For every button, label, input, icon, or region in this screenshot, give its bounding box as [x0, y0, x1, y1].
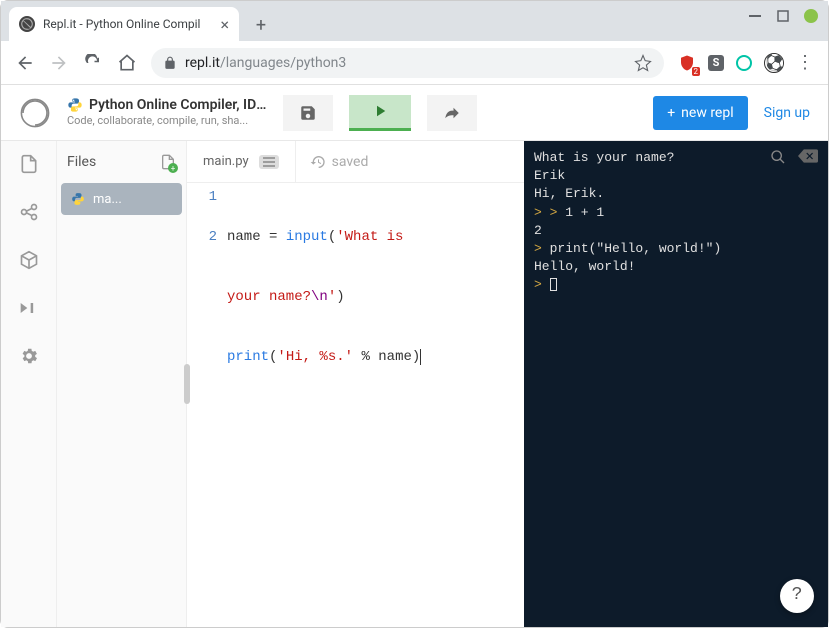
browser-chrome: Repl.it - Python Online Compil × + repl.…: [1, 1, 828, 85]
editor-tab-main[interactable]: main.py: [187, 141, 296, 182]
page-subtitle: Code, collaborate, compile, run, sha...: [67, 114, 267, 128]
url-box[interactable]: repl.it/languages/python3: [151, 48, 664, 78]
lock-icon: [163, 56, 177, 70]
back-icon[interactable]: [15, 53, 35, 73]
page-title: Python Online Compiler, IDE,...: [89, 96, 267, 114]
main-area: Files + ma... main.py saved: [1, 141, 828, 627]
run-button[interactable]: [349, 95, 411, 131]
python-file-icon: [71, 192, 85, 206]
console-panel[interactable]: What is your name?ErikHi, Erik.> > 1 + 1…: [524, 141, 828, 627]
replit-favicon: [19, 16, 35, 32]
saved-label: saved: [332, 154, 369, 170]
new-repl-label: new repl: [681, 105, 733, 121]
console-search-icon[interactable]: [770, 149, 786, 165]
editor-tabs: main.py saved: [187, 141, 524, 183]
browser-tab[interactable]: Repl.it - Python Online Compil ×: [9, 7, 239, 41]
replit-header: Python Online Compiler, IDE,... Code, co…: [1, 85, 828, 141]
history-icon: [310, 154, 326, 170]
window-close-icon[interactable]: [804, 9, 818, 23]
address-bar: repl.it/languages/python3 2 S ⋮: [1, 41, 828, 85]
ublock-icon[interactable]: 2: [678, 54, 696, 72]
console-output: What is your name?ErikHi, Erik.> > 1 + 1…: [534, 149, 818, 276]
files-label: Files: [67, 154, 96, 170]
new-tab-button[interactable]: +: [247, 11, 275, 39]
file-name: ma...: [93, 192, 122, 207]
plus-icon: +: [667, 105, 675, 121]
add-file-icon[interactable]: +: [160, 153, 176, 171]
ext-badge: 2: [692, 67, 701, 76]
profile-avatar-icon[interactable]: [764, 53, 784, 73]
tab-close-icon[interactable]: ×: [220, 15, 229, 34]
share-link-icon[interactable]: [18, 201, 40, 223]
save-button[interactable]: [283, 95, 333, 131]
left-nav: [1, 141, 57, 627]
help-button[interactable]: ?: [780, 579, 814, 613]
bookmark-star-icon[interactable]: [634, 54, 652, 72]
url-text: repl.it/languages/python3: [185, 55, 346, 71]
repl-title-area: Python Online Compiler, IDE,... Code, co…: [67, 96, 267, 128]
editor-body[interactable]: 12 name = input('What is your name?\n') …: [187, 183, 524, 627]
signup-link[interactable]: Sign up: [764, 105, 810, 121]
python-logo-icon: [67, 97, 83, 113]
files-icon[interactable]: [18, 153, 40, 175]
browser-menu-icon[interactable]: ⋮: [796, 54, 814, 72]
forward-icon[interactable]: [49, 53, 69, 73]
console-cursor: [550, 278, 557, 291]
editor-tab-label: main.py: [203, 154, 249, 169]
files-header: Files +: [57, 141, 186, 183]
code-area[interactable]: name = input('What is your name?\n') pri…: [227, 187, 524, 627]
minimize-icon[interactable]: [748, 9, 762, 23]
packages-icon[interactable]: [18, 249, 40, 271]
line-gutter: 12: [187, 187, 227, 627]
debugger-icon[interactable]: [18, 297, 40, 319]
replit-logo-icon[interactable]: [19, 97, 51, 129]
settings-icon[interactable]: [18, 345, 40, 367]
extension-icons: 2 S ⋮: [678, 53, 814, 73]
home-icon[interactable]: [117, 53, 137, 73]
ext-s-icon[interactable]: S: [708, 55, 724, 71]
reload-icon[interactable]: [83, 53, 103, 73]
editor-panel: main.py saved 12 name = input('What is y…: [187, 141, 524, 627]
tab-title: Repl.it - Python Online Compil: [43, 17, 212, 31]
new-repl-button[interactable]: + new repl: [653, 96, 747, 130]
share-button[interactable]: [427, 95, 477, 131]
console-clear-icon[interactable]: [798, 149, 818, 165]
maximize-icon[interactable]: [776, 9, 790, 23]
window-controls: [748, 9, 818, 23]
file-item-main[interactable]: ma...: [61, 183, 182, 215]
console-tools: [770, 149, 818, 165]
saved-status: saved: [296, 154, 383, 170]
tab-list-icon[interactable]: [259, 155, 279, 169]
files-panel: Files + ma...: [57, 141, 187, 627]
resize-handle[interactable]: [184, 364, 190, 404]
grammarly-icon[interactable]: [736, 55, 752, 71]
tab-bar: Repl.it - Python Online Compil × +: [1, 1, 828, 41]
